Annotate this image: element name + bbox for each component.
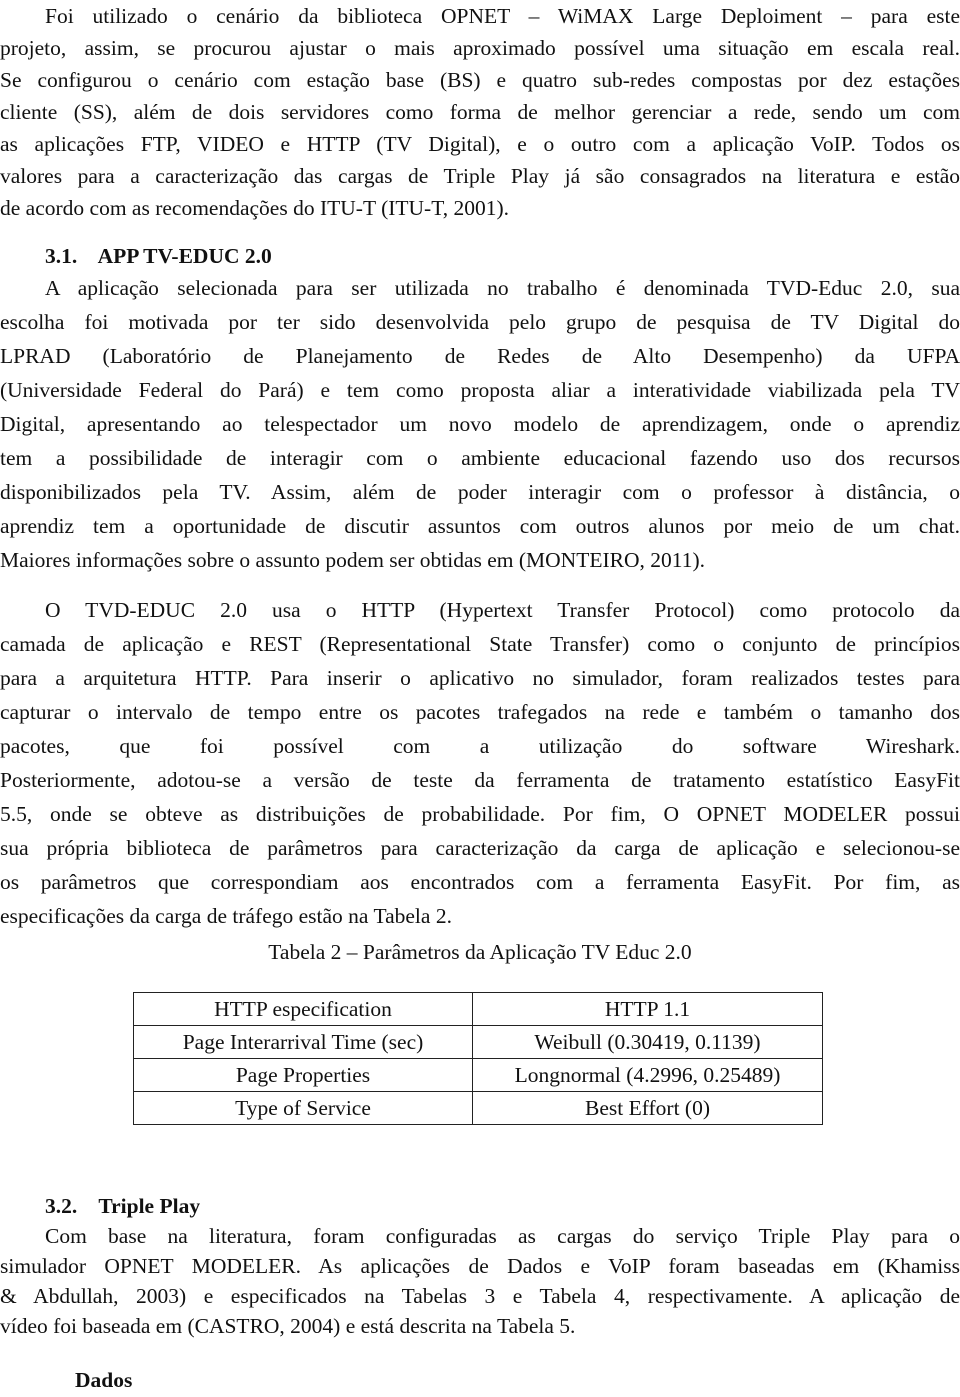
- table-cell-label: Page Properties: [133, 1058, 473, 1092]
- section-heading-3-1: 3.1. APP TV-EDUC 2.0: [45, 244, 272, 268]
- table-cell-label: HTTP especification: [133, 992, 473, 1026]
- table-row: Page Interarrival Time (sec) Weibull (0.…: [133, 1025, 823, 1059]
- text-line: sua própria biblioteca de parâmetros par…: [0, 836, 960, 860]
- table-caption: Tabela 2 – Parâmetros da Aplicação TV Ed…: [268, 940, 692, 964]
- table-cell-label: Page Interarrival Time (sec): [133, 1025, 473, 1059]
- text-line: Maiores informações sobre o assunto pode…: [0, 548, 705, 572]
- text-line: A aplicação selecionada para ser utiliza…: [45, 276, 960, 300]
- text-line: (Universidade Federal do Pará) e tem com…: [0, 378, 960, 402]
- text-line: capturar o intervalo de tempo entre os p…: [0, 700, 960, 724]
- text-line: simulador OPNET MODELER. As aplicações d…: [0, 1254, 960, 1278]
- text-line: Se configurou o cenário com estação base…: [0, 68, 960, 92]
- text-line: O TVD-EDUC 2.0 usa o HTTP (Hypertext Tra…: [45, 598, 960, 622]
- table-cell-value: Best Effort (0): [472, 1091, 823, 1125]
- table-cell-label: Type of Service: [133, 1091, 473, 1125]
- text-line: Foi utilizado o cenário da biblioteca OP…: [45, 4, 960, 28]
- subheading-dados: Dados: [75, 1368, 133, 1392]
- table-row: Type of Service Best Effort (0): [133, 1091, 823, 1125]
- text-line: camada de aplicação e REST (Representati…: [0, 632, 960, 656]
- text-line: para a arquitetura HTTP. Para inserir o …: [0, 666, 960, 690]
- table-cell-value: Weibull (0.30419, 0.1139): [472, 1025, 823, 1059]
- text-line: pacotes, que foi possível com a utilizaç…: [0, 734, 960, 758]
- text-line: vídeo foi baseada em (CASTRO, 2004) e es…: [0, 1314, 576, 1338]
- text-line: tem a possibilidade de interagir com o a…: [0, 446, 960, 470]
- text-line: projeto, assim, se procurou ajustar o ma…: [0, 36, 960, 60]
- text-line: de acordo com as recomendações do ITU-T …: [0, 196, 510, 220]
- text-line: especificações da carga de tráfego estão…: [0, 904, 452, 928]
- text-line: as aplicações FTP, VIDEO e HTTP (TV Digi…: [0, 132, 960, 156]
- text-line: LPRAD (Laboratório de Planejamento de Re…: [0, 344, 960, 368]
- table-cell-value: Longnormal (4.2996, 0.25489): [472, 1058, 823, 1092]
- text-line: valores para a caracterização das cargas…: [0, 164, 960, 188]
- text-line: 5.5, onde se obteve as distribuições de …: [0, 802, 960, 826]
- text-line: disponibilizados pela TV. Assim, além de…: [0, 480, 960, 504]
- text-line: Com base na literatura, foram configurad…: [45, 1224, 960, 1248]
- text-line: aprendiz tem a oportunidade de discutir …: [0, 514, 960, 538]
- text-line: Posteriormente, adotou-se a versão de te…: [0, 768, 960, 792]
- table-row: HTTP especification HTTP 1.1: [133, 992, 823, 1026]
- parameters-table: HTTP especification HTTP 1.1 Page Intera…: [133, 992, 823, 1125]
- table-cell-value: HTTP 1.1: [472, 992, 823, 1026]
- text-line: escolha foi motivada por ter sido desenv…: [0, 310, 960, 334]
- section-heading-3-2: 3.2. Triple Play: [45, 1194, 201, 1218]
- text-line: Digital, apresentando ao telespectador u…: [0, 412, 960, 436]
- text-line: & Abdullah, 2003) e especificados na Tab…: [0, 1284, 960, 1308]
- table-row: Page Properties Longnormal (4.2996, 0.25…: [133, 1058, 823, 1092]
- text-line: cliente (SS), além de dois servidores co…: [0, 100, 960, 124]
- text-line: os parâmetros que correspondiam aos enco…: [0, 870, 960, 894]
